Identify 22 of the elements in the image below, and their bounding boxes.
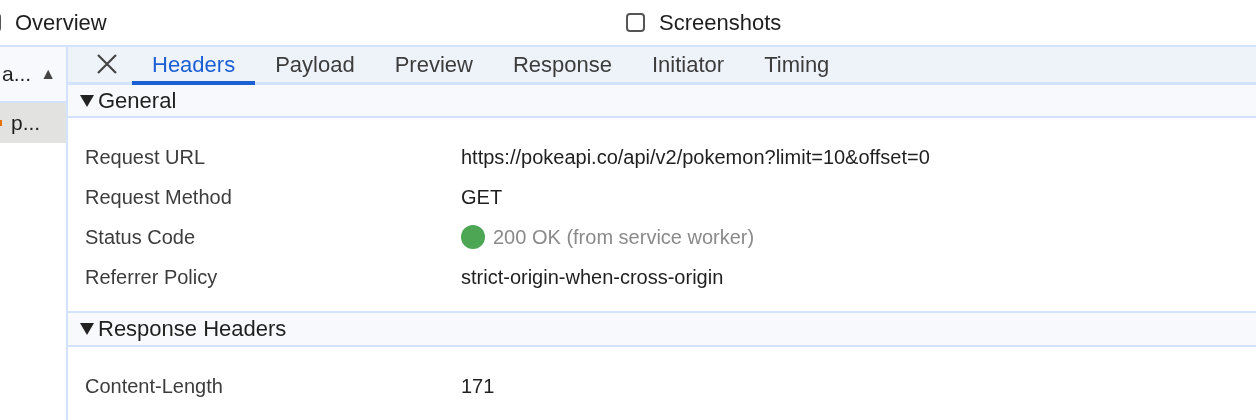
header-name: Request Method <box>85 185 233 209</box>
checkbox[interactable]: Screenshots <box>626 9 782 36</box>
header-name: Content-Length <box>85 374 224 398</box>
header-value: 171 <box>461 374 495 398</box>
section-header[interactable]: General <box>68 84 1256 119</box>
header-name: Status Code <box>85 225 197 249</box>
header-name: Request URL <box>85 145 207 169</box>
request-row[interactable]: p... <box>0 103 66 143</box>
header-value: 200 OK (from service worker) <box>493 225 755 249</box>
header-value: https://pokeapi.co/api/v2/pokemon?limit=10&offset=0 <box>461 145 930 169</box>
tab[interactable]: Payload <box>255 47 375 85</box>
header-value: strict-origin-when-cross-origin <box>461 265 724 289</box>
header-value: GET <box>461 185 503 209</box>
tab[interactable]: Timing <box>744 47 850 85</box>
tab[interactable]: Preview <box>374 47 493 85</box>
request-name: p... <box>11 111 41 135</box>
tab[interactable]: Response <box>492 47 632 85</box>
tab[interactable]: Initiator <box>632 47 745 85</box>
header-name: Referrer Policy <box>85 265 219 289</box>
section-header[interactable]: Response Headers <box>68 313 1256 347</box>
column-header[interactable]: a... ▲ <box>0 47 66 103</box>
checkbox[interactable]: Overview <box>0 9 626 36</box>
